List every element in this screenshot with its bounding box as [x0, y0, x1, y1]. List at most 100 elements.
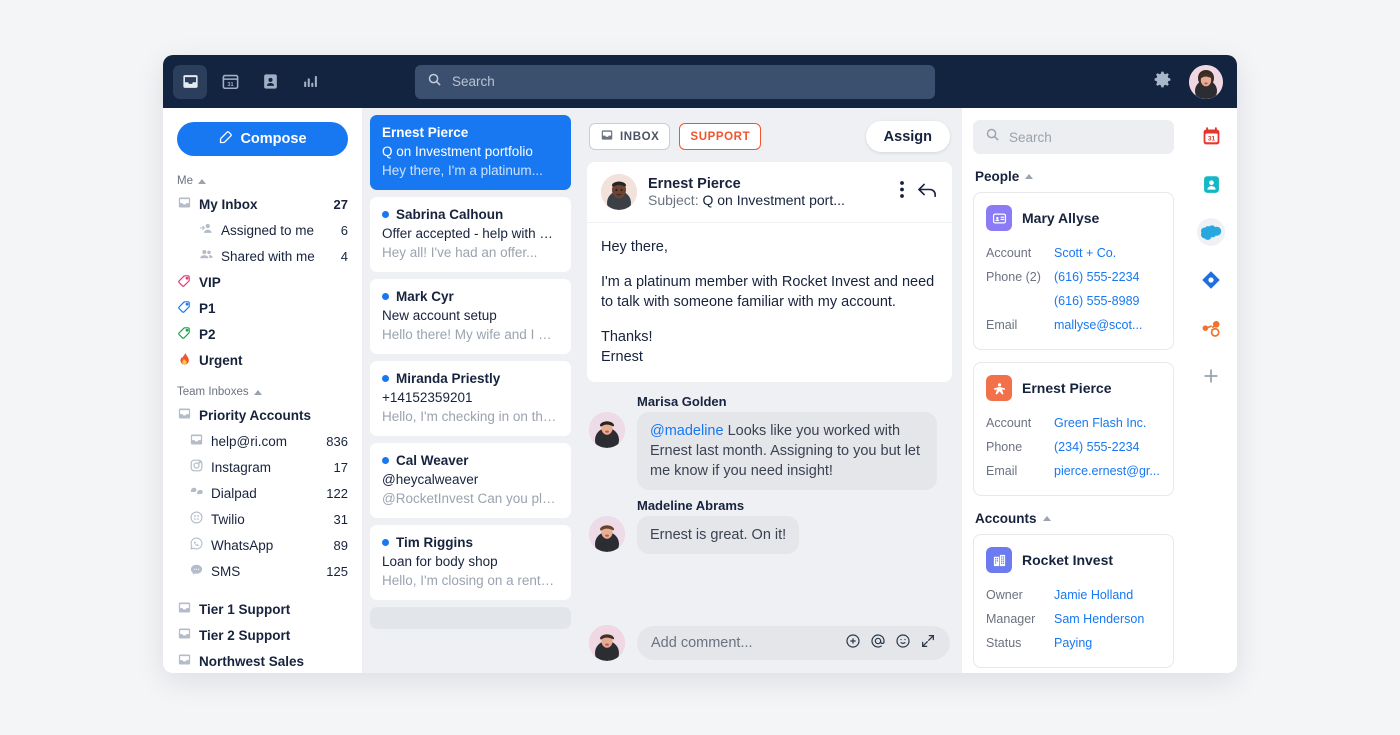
plus-circle-icon[interactable] [845, 633, 861, 654]
field-value[interactable]: Green Flash Inc. [1054, 411, 1146, 435]
app-body: Compose Me My Inbox 27 Assigned to me 6 … [163, 108, 1237, 673]
dialpad-icon [189, 484, 204, 502]
field-value[interactable]: (616) 555-2234(616) 555-8989 [1054, 265, 1139, 313]
more-options-icon[interactable] [900, 181, 904, 203]
mention-link[interactable]: @madeline [650, 423, 724, 439]
sidebar-item-count: 31 [334, 512, 348, 527]
salesforce-app-icon[interactable] [1197, 218, 1225, 246]
sidebar-item-assigned-to-me[interactable]: Assigned to me 6 [163, 217, 362, 243]
field-value[interactable]: mallyse@scot... [1054, 313, 1142, 337]
conversation-item[interactable]: Sabrina Calhoun Offer accepted - help wi… [370, 197, 571, 272]
nav-inbox-button[interactable] [173, 65, 207, 99]
twilio-icon [189, 510, 204, 528]
sidebar-item-twilio[interactable]: Twilio 31 [163, 506, 362, 532]
context-search[interactable]: Search [973, 120, 1174, 154]
add-app-icon[interactable] [1197, 362, 1225, 390]
field-key: Phone (2) [986, 265, 1054, 313]
person-card[interactable]: Ernest Pierce Account Green Flash Inc. P… [973, 362, 1174, 496]
nav-calendar-button[interactable]: 31 [213, 65, 247, 99]
conversation-item[interactable]: Cal Weaver @heycalweaver @RocketInvest C… [370, 443, 571, 518]
field-value[interactable]: (234) 555-2234 [1054, 435, 1139, 459]
sidebar-item-whatsapp[interactable]: WhatsApp 89 [163, 532, 362, 558]
sidebar-item-dialpad[interactable]: Dialpad 122 [163, 480, 362, 506]
inbox-icon [177, 195, 192, 213]
sidebar-item-my-inbox[interactable]: My Inbox 27 [163, 191, 362, 217]
sender-info: Ernest Pierce Subject: Q on Investment p… [648, 176, 889, 208]
sidebar-item-count: 6 [341, 223, 348, 238]
comment-input[interactable]: Add comment... [637, 626, 950, 660]
conversation-sender-name: Miranda Priestly [396, 371, 500, 386]
people-section-header[interactable]: People [975, 169, 1174, 184]
user-avatar[interactable] [1189, 65, 1223, 99]
conversation-sender: Sabrina Calhoun [382, 207, 559, 222]
conversation-sender-name: Cal Weaver [396, 453, 469, 468]
field-value[interactable]: Paying [1054, 631, 1092, 655]
context-panel: Search People Mary Allyse Account Scott … [961, 108, 1185, 673]
conversation-item[interactable]: Miranda Priestly +14152359201 Hello, I'm… [370, 361, 571, 436]
reply-icon[interactable] [917, 181, 938, 203]
sidebar-item-p1[interactable]: P1 [163, 295, 362, 321]
conversation-item[interactable]: Mark Cyr New account setup Hello there! … [370, 279, 571, 354]
calendar-icon: 31 [221, 72, 240, 91]
sidebar-item-count: 89 [334, 538, 348, 553]
tag-icon [177, 325, 192, 343]
chevron-up-icon [198, 179, 206, 184]
field-key: Email [986, 313, 1054, 337]
integration-rail: 31 [1185, 108, 1237, 673]
sidebar-item-sms[interactable]: SMS 125 [163, 558, 362, 584]
message-actions [900, 181, 938, 203]
sidebar-item-label: SMS [211, 564, 319, 579]
sidebar-item-count: 836 [326, 434, 348, 449]
field-value[interactable]: Jamie Holland [1054, 583, 1133, 607]
chevron-up-icon [254, 390, 262, 395]
sidebar-item-count: 4 [341, 249, 348, 264]
support-chip[interactable]: SUPPORT [679, 123, 761, 150]
accounts-section-header[interactable]: Accounts [975, 511, 1174, 526]
expand-icon[interactable] [920, 633, 936, 654]
sidebar-group-team[interactable]: Team Inboxes [163, 381, 362, 402]
assign-button[interactable]: Assign [866, 121, 950, 152]
emoji-icon[interactable] [895, 633, 911, 654]
reports-icon [301, 72, 320, 91]
conversation-item[interactable]: Tim Riggins Loan for body shop Hello, I'… [370, 525, 571, 600]
sidebar-item-instagram[interactable]: Instagram 17 [163, 454, 362, 480]
gear-icon[interactable] [1152, 69, 1173, 95]
field-value[interactable]: Scott + Co. [1054, 241, 1116, 265]
conversation-list[interactable]: Ernest Pierce Q on Investment portfolio … [363, 108, 578, 673]
conversation-item[interactable]: Ernest Pierce Q on Investment portfolio … [370, 115, 571, 190]
sidebar-item-vip[interactable]: VIP [163, 269, 362, 295]
sidebar-item-p2[interactable]: P2 [163, 321, 362, 347]
account-card[interactable]: Rocket Invest Owner Jamie Holland Manage… [973, 534, 1174, 668]
contacts-app-icon[interactable] [1197, 170, 1225, 198]
sidebar-item-label: VIP [199, 275, 341, 290]
field-value[interactable]: pierce.ernest@gr... [1054, 459, 1160, 483]
whatsapp-icon [189, 536, 204, 554]
sidebar-item-shared-with-me[interactable]: Shared with me 4 [163, 243, 362, 269]
sidebar-group-me[interactable]: Me [163, 170, 362, 191]
conversation-sender-name: Ernest Pierce [382, 125, 468, 140]
jira-app-icon[interactable] [1197, 266, 1225, 294]
at-mention-icon[interactable] [870, 633, 886, 654]
person-card[interactable]: Mary Allyse Account Scott + Co. Phone (2… [973, 192, 1174, 350]
sidebar-item-tier-2-support[interactable]: Tier 2 Support [163, 622, 362, 648]
comment-avatar [589, 412, 625, 448]
field-value[interactable]: Sam Henderson [1054, 607, 1144, 631]
composer-icons [845, 633, 936, 654]
shared-icon [199, 247, 214, 265]
global-search[interactable]: Search [415, 65, 935, 99]
compose-button[interactable]: Compose [177, 122, 348, 156]
nav-reports-button[interactable] [293, 65, 327, 99]
nav-contacts-button[interactable] [253, 65, 287, 99]
sidebar-item-priority-accounts[interactable]: Priority Accounts [163, 402, 362, 428]
comment-author: Marisa Golden [637, 394, 950, 409]
hubspot-app-icon[interactable] [1197, 314, 1225, 342]
calendar-app-icon[interactable]: 31 [1197, 122, 1225, 150]
assigned-icon [199, 221, 214, 239]
conversation-subject: @heycalweaver [382, 472, 559, 487]
inbox-chip[interactable]: INBOX [589, 123, 670, 150]
unread-dot [382, 293, 389, 300]
sidebar-item-urgent[interactable]: Urgent [163, 347, 362, 373]
sidebar-item-tier-1-support[interactable]: Tier 1 Support [163, 596, 362, 622]
sidebar-item-northwest-sales[interactable]: Northwest Sales [163, 648, 362, 673]
sidebar-item-help-ri-com[interactable]: help@ri.com 836 [163, 428, 362, 454]
